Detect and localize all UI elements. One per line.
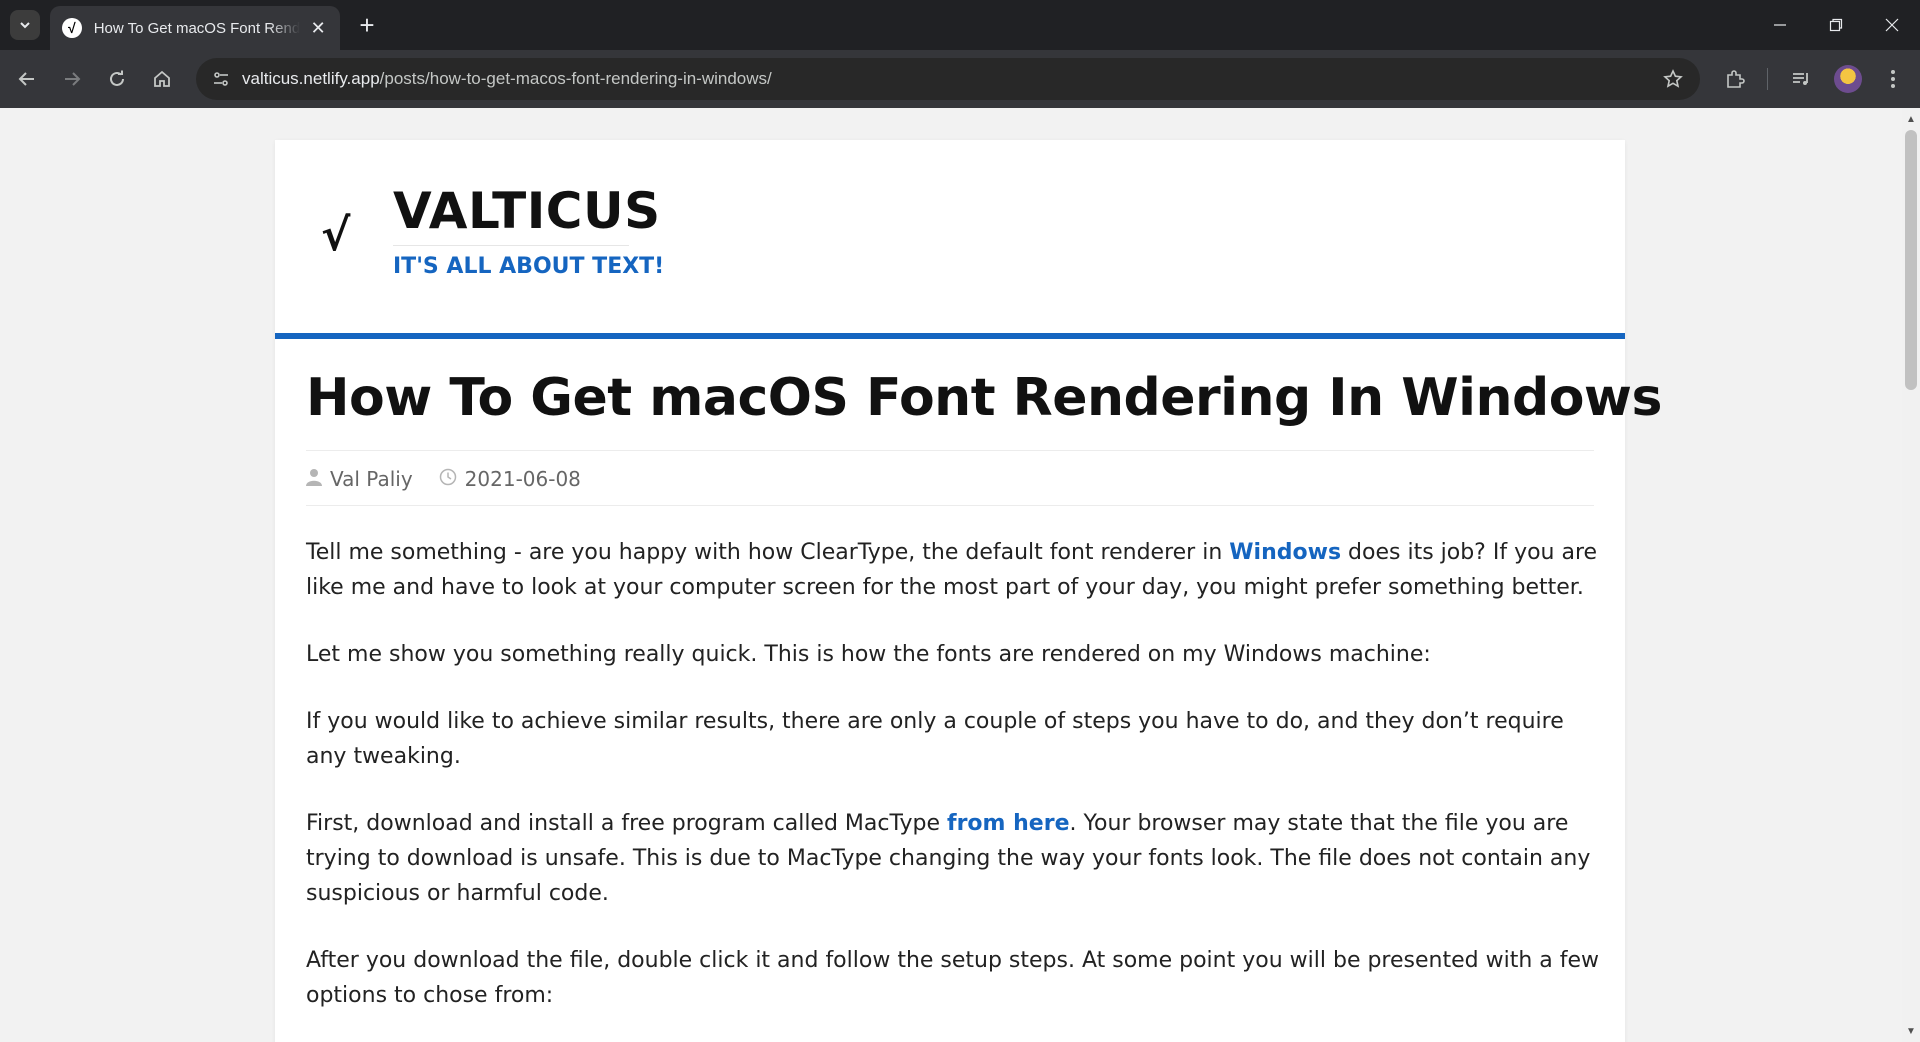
bookmark-star-button[interactable] xyxy=(1658,64,1688,94)
post-meta: Val Paliy 2021-06-08 xyxy=(306,466,581,492)
scroll-down-arrow-icon[interactable]: ▼ xyxy=(1902,1022,1920,1040)
page-viewport: √ VALTICUS IT'S ALL ABOUT TEXT! How To G… xyxy=(0,108,1902,1042)
puzzle-icon xyxy=(1727,70,1745,88)
restore-button[interactable] xyxy=(1808,0,1864,50)
star-icon xyxy=(1663,69,1683,88)
header-accent-bar xyxy=(275,333,1625,339)
close-window-button[interactable] xyxy=(1864,0,1920,50)
tab-strip: √ How To Get macOS Font Rendering In Win… xyxy=(0,0,1920,50)
site-logo[interactable]: √ xyxy=(321,210,350,261)
back-button[interactable] xyxy=(10,62,44,96)
meta-rule xyxy=(306,505,1594,506)
url-text[interactable]: valticus.netlify.app/posts/how-to-get-ma… xyxy=(242,69,772,89)
toolbar-divider xyxy=(1767,68,1768,90)
page-scrollbar[interactable]: ▲ ▼ xyxy=(1902,108,1920,1042)
site-info-icon[interactable] xyxy=(206,64,236,94)
windows-link[interactable]: Windows xyxy=(1229,540,1341,565)
paragraph-setup: After you download the file, double clic… xyxy=(306,948,1600,1008)
reload-button[interactable] xyxy=(100,62,134,96)
tab-title: How To Get macOS Font Rendering In Windo… xyxy=(93,19,301,37)
minimize-icon xyxy=(1774,24,1786,26)
arrow-left-icon xyxy=(18,72,34,86)
user-icon xyxy=(306,468,322,491)
post-title: How To Get macOS Font Rendering In Windo… xyxy=(306,368,1662,428)
page-card: √ VALTICUS IT'S ALL ABOUT TEXT! How To G… xyxy=(275,140,1662,1042)
more-vert-icon xyxy=(1891,70,1895,88)
post-author: Val Paliy xyxy=(330,467,413,491)
favicon-icon: √ xyxy=(62,18,82,38)
home-icon xyxy=(154,70,170,87)
extensions-button[interactable] xyxy=(1718,62,1752,96)
clock-icon xyxy=(439,468,457,491)
active-tab[interactable]: √ How To Get macOS Font Rendering In Win… xyxy=(50,6,340,50)
post-date: 2021-06-08 xyxy=(464,467,581,491)
browser-menu-button[interactable] xyxy=(1876,62,1910,96)
browser-chrome: √ How To Get macOS Font Rendering In Win… xyxy=(0,0,1920,108)
media-control-button[interactable] xyxy=(1784,62,1818,96)
reload-icon xyxy=(110,70,124,86)
profile-avatar[interactable] xyxy=(1834,65,1862,93)
tab-search-button[interactable] xyxy=(10,10,40,40)
site-header: √ VALTICUS IT'S ALL ABOUT TEXT! xyxy=(275,140,1625,333)
address-bar[interactable]: valticus.netlify.app/posts/how-to-get-ma… xyxy=(196,58,1700,100)
post-body: Tell me something - are you happy with h… xyxy=(306,535,1606,1042)
tab-close-icon[interactable]: ✕ xyxy=(308,18,328,39)
window-controls xyxy=(1752,0,1920,50)
home-button[interactable] xyxy=(145,62,179,96)
title-divider xyxy=(393,245,629,246)
paragraph-intro: Tell me something - are you happy with h… xyxy=(306,540,1598,600)
close-icon xyxy=(1885,18,1899,32)
tune-icon xyxy=(214,72,228,86)
restore-icon xyxy=(1829,18,1843,32)
paragraph-show: Let me show you something really quick. … xyxy=(306,642,1431,667)
site-title[interactable]: VALTICUS xyxy=(393,182,661,240)
browser-toolbar: valticus.netlify.app/posts/how-to-get-ma… xyxy=(0,50,1920,108)
chevron-down-icon xyxy=(20,22,30,29)
new-tab-button[interactable]: + xyxy=(352,10,382,40)
minimize-button[interactable] xyxy=(1752,0,1808,50)
paragraph-download: First, download and install a free progr… xyxy=(306,811,1591,906)
queue-music-icon xyxy=(1793,73,1808,85)
url-path: /posts/how-to-get-macos-font-rendering-i… xyxy=(379,69,772,88)
scroll-up-arrow-icon[interactable]: ▲ xyxy=(1902,110,1920,128)
title-rule xyxy=(306,450,1594,451)
arrow-right-icon xyxy=(65,72,81,86)
scroll-thumb[interactable] xyxy=(1905,130,1917,390)
site-tagline: IT'S ALL ABOUT TEXT! xyxy=(393,254,665,279)
paragraph-steps: If you would like to achieve similar res… xyxy=(306,709,1564,769)
url-host: valticus.netlify.app xyxy=(242,69,380,88)
forward-button[interactable] xyxy=(55,62,89,96)
download-link[interactable]: from here xyxy=(947,811,1069,836)
